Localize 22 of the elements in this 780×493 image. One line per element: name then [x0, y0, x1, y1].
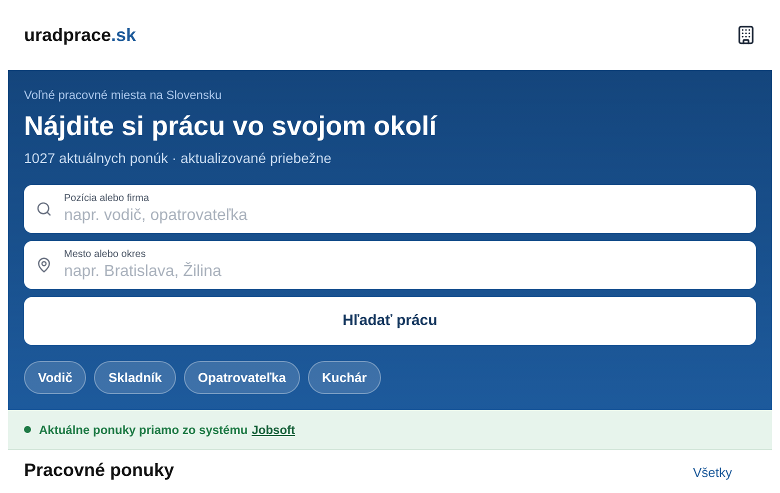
field-label: Mesto alebo okres: [64, 248, 147, 260]
category-chip[interactable]: Kuchár: [308, 361, 381, 394]
field-placeholder: napr. vodič, opatrovateľka: [64, 206, 248, 226]
view-all-link[interactable]: Všetky: [692, 462, 732, 482]
notice-text: Aktuálne ponuky priamo zo systému: [39, 422, 248, 438]
hero-eyebrow: Voľné pracovné miesta na Slovensku: [24, 87, 223, 104]
input-field[interactable]: Pozícia alebo firma napr. vodič, opatrovateľka: [24, 185, 756, 233]
search-button[interactable]: Hľadať prácu: [24, 297, 756, 345]
hero-subtitle: 1027 aktuálnych ponúk · aktualizované priebežne: [24, 149, 332, 168]
hero-title: Nájdite si prácu vo svojom okolí: [24, 110, 438, 143]
building-icon[interactable]: [736, 25, 756, 45]
section-title: Pracovné ponuky: [24, 459, 174, 482]
category-chip[interactable]: Skladník: [94, 361, 176, 394]
jobsoft-link[interactable]: Jobsoft: [252, 420, 296, 438]
search-icon: [36, 201, 52, 217]
category-chip[interactable]: Vodič: [24, 361, 86, 394]
map-pin-icon: [36, 257, 52, 273]
input-field[interactable]: Mesto alebo okres napr. Bratislava, Žilina: [24, 241, 756, 289]
field-label: Pozícia alebo firma: [64, 192, 150, 204]
field-placeholder: napr. Bratislava, Žilina: [64, 261, 222, 282]
category-chip[interactable]: Opatrovateľka: [184, 361, 300, 394]
site-logo[interactable]: uradprace.sk: [24, 22, 136, 48]
